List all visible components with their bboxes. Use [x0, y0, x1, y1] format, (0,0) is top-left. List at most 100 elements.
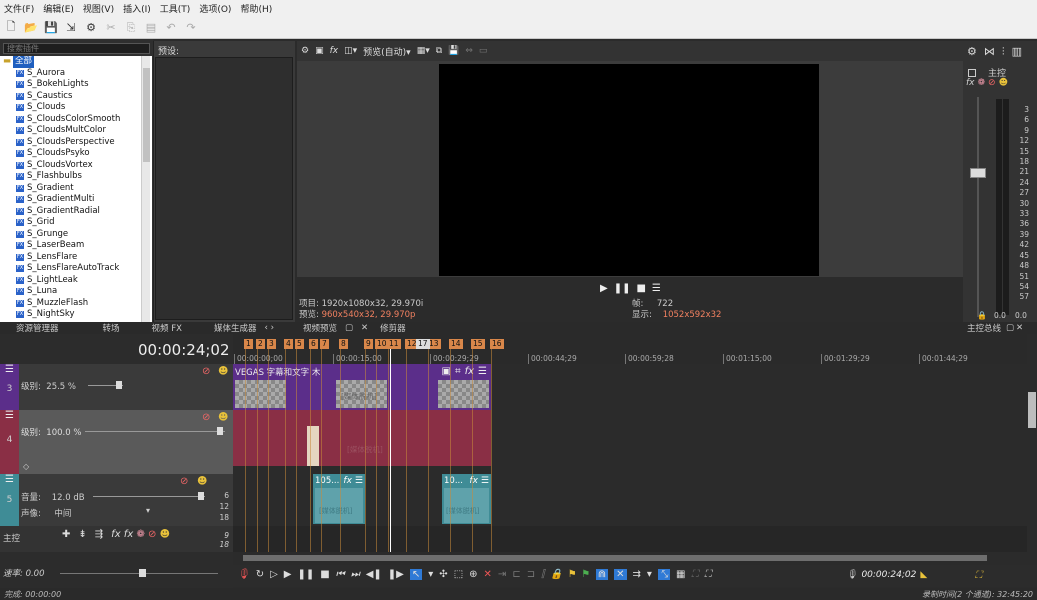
track-header-audio[interactable]: ☰ 5 音量: 12.0 dB 声像: 中间 ▾ ⊘ ☻ 6 12 18: [0, 474, 233, 526]
record-icon[interactable]: 🎙: [237, 569, 250, 580]
volume-slider-handle[interactable]: [198, 492, 204, 500]
play-from-start-icon[interactable]: ▷: [270, 569, 278, 580]
plugin-item[interactable]: FX S_GradientRadial: [0, 206, 152, 218]
mute-icon[interactable]: ⊘: [148, 529, 156, 540]
preset-list[interactable]: [155, 57, 293, 320]
region-icon[interactable]: ⚑: [582, 569, 590, 580]
track-header-video-2[interactable]: ☰ 4 级别: 100.0 % ⊘ ☻ ◇: [0, 410, 233, 474]
envelope-tool-icon[interactable]: ✣: [439, 569, 447, 580]
insert-envelope-icon[interactable]: ✚: [62, 529, 70, 540]
ripple-icon[interactable]: ⇉: [633, 569, 641, 580]
plugin-item[interactable]: FX S_Grid: [0, 217, 152, 229]
adjust-size-icon[interactable]: ⇔: [465, 46, 473, 56]
marker-icon[interactable]: ⚑: [569, 569, 577, 580]
save-icon[interactable]: 💾: [44, 21, 58, 35]
timeline-vscroll[interactable]: [1027, 364, 1037, 552]
plugin-root-node[interactable]: ▬ 全部: [0, 56, 152, 68]
go-to-start-icon[interactable]: ⏮: [336, 569, 345, 580]
zoom-tool-icon[interactable]: ⊕: [469, 569, 477, 580]
menu-options[interactable]: 选项(O): [199, 2, 231, 15]
timeline-hscroll[interactable]: [233, 552, 1037, 564]
fx-icon[interactable]: fx: [124, 529, 133, 540]
tab-video-fx[interactable]: 视频 FX: [152, 322, 182, 334]
level-slider[interactable]: [85, 431, 225, 432]
tab-scroll-arrows-icon[interactable]: ‹ ›: [264, 323, 274, 333]
plugin-item[interactable]: FX S_Caustics: [0, 91, 152, 103]
mixer-faders-icon[interactable]: ⫶: [1002, 45, 1005, 59]
mute-icon[interactable]: ⊘: [180, 476, 188, 487]
track-lane-video-2[interactable]: [媒体脱机]: [233, 410, 1027, 474]
trim-start-icon[interactable]: ⊏: [512, 569, 520, 580]
lock-envelopes-icon[interactable]: ⤡: [657, 569, 670, 580]
timeline-marker[interactable]: 1: [244, 339, 253, 349]
plugin-item[interactable]: FX S_Grunge: [0, 229, 152, 241]
solo-icon[interactable]: ☻: [218, 412, 228, 423]
timeline-vscroll-thumb[interactable]: [1028, 392, 1036, 428]
track-lane-video-1[interactable]: VEGAS 字幕和文字 木 ▣ ⌗ fx ☰ [媒体脱机]: [233, 364, 1027, 410]
paste-icon[interactable]: ▤: [144, 21, 158, 35]
stop-icon[interactable]: ■: [320, 569, 329, 580]
plugin-item[interactable]: FX S_LensFlareAutoTrack: [0, 263, 152, 275]
save-snapshot-icon[interactable]: 💾: [448, 46, 459, 56]
render-icon[interactable]: ⇲: [64, 21, 78, 35]
playhead-marker[interactable]: 17: [416, 339, 430, 349]
play-icon[interactable]: ▶: [600, 283, 608, 294]
track-menu-icon[interactable]: ☰: [0, 474, 19, 485]
timeline-timecode[interactable]: 00:00:24;02: [138, 341, 230, 359]
undo-icon[interactable]: ↶: [164, 21, 178, 35]
plugin-item[interactable]: FX S_Luna: [0, 286, 152, 298]
plugin-item[interactable]: FX S_Clouds: [0, 102, 152, 114]
selection-tool-icon[interactable]: ⬚: [454, 569, 463, 580]
cursor-timecode[interactable]: 00:00:24;02: [861, 570, 916, 580]
mute-icon[interactable]: ⊘: [202, 366, 210, 377]
trim-end-icon[interactable]: ⊐: [527, 569, 535, 580]
ripple-dropdown-icon[interactable]: ▾: [647, 569, 652, 580]
plugin-list-scrollbar[interactable]: [141, 56, 150, 322]
menu-view[interactable]: 视图(V): [83, 2, 114, 15]
video-clip-group[interactable]: [233, 410, 491, 466]
timeline-marker[interactable]: 15: [471, 339, 485, 349]
plugin-item[interactable]: FX S_LaserBeam: [0, 240, 152, 252]
timeline-marker[interactable]: 16: [490, 339, 504, 349]
mute-icon[interactable]: ⊘: [202, 412, 210, 423]
plugin-item[interactable]: FX S_Aurora: [0, 68, 152, 80]
clip-menu-icon[interactable]: ☰: [481, 476, 489, 486]
fx-icon[interactable]: fx: [966, 78, 975, 88]
collapse-icon[interactable]: ⇟: [78, 529, 86, 540]
normal-edit-tool-icon[interactable]: ↖: [409, 569, 423, 580]
play-icon[interactable]: ▶: [284, 569, 292, 580]
external-monitor-icon[interactable]: ▣: [315, 46, 324, 56]
timeline-marker[interactable]: 11: [387, 339, 401, 349]
solo-icon[interactable]: ☻: [197, 476, 207, 487]
plugin-item[interactable]: FX S_CloudsPsyko: [0, 148, 152, 160]
plugin-item[interactable]: FX S_CloudsPerspective: [0, 137, 152, 149]
plugin-item[interactable]: FX S_CloudsMultColor: [0, 125, 152, 137]
event-fx-icon[interactable]: ⛶: [704, 569, 711, 580]
properties-icon[interactable]: ⚙: [84, 21, 98, 35]
plugin-item[interactable]: FX S_BokehLights: [0, 79, 152, 91]
window-restore-icon[interactable]: ▢: [345, 323, 353, 333]
menu-tools[interactable]: 工具(T): [160, 2, 191, 15]
trim-icon[interactable]: ⇥: [498, 569, 506, 580]
overlays-icon[interactable]: ▦▾: [417, 46, 430, 56]
master-bus-header[interactable]: 主控 ✚ ⇟ ⇶ fx fx ❁ ⊘ ☻ 9 18: [0, 526, 233, 552]
tab-transitions[interactable]: 转场: [103, 322, 120, 334]
prev-frame-icon[interactable]: ◀❚: [366, 569, 382, 580]
delete-icon[interactable]: ✕: [484, 569, 492, 580]
track-menu-icon[interactable]: ☰: [0, 410, 19, 421]
auto-crossfade-icon[interactable]: ✕: [614, 569, 627, 580]
preview-settings-icon[interactable]: ⚙: [301, 46, 309, 56]
plugin-item[interactable]: FX S_NightSky: [0, 309, 152, 321]
open-folder-icon[interactable]: 📂: [24, 21, 38, 35]
pan-dropdown-icon[interactable]: ▾: [146, 506, 150, 515]
menu-insert[interactable]: 插入(I): [123, 2, 151, 15]
lock-icon[interactable]: 🔒: [977, 311, 987, 320]
plugin-item[interactable]: FX S_CloudsColorSmooth: [0, 114, 152, 126]
downmix-icon[interactable]: ⇶: [95, 529, 103, 540]
plugin-item[interactable]: FX S_Flashbulbs: [0, 171, 152, 183]
clip-menu-icon[interactable]: ☰: [478, 366, 487, 377]
menu-file[interactable]: 文件(F): [4, 2, 34, 15]
fx-chain-icon[interactable]: ❁: [978, 78, 986, 88]
magnet-icon[interactable]: ⋒: [595, 569, 609, 580]
event-pan-icon[interactable]: ⛶: [691, 569, 698, 580]
